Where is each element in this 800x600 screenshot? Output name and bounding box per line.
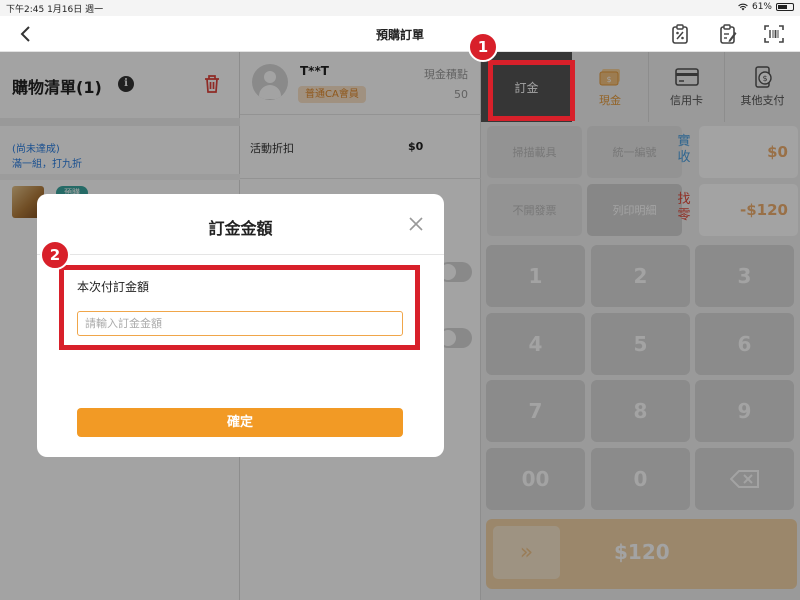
dialog-title: 訂金金額: [208, 219, 273, 238]
confirm-button[interactable]: 確定: [77, 408, 403, 437]
close-icon[interactable]: [406, 214, 426, 234]
divider: [37, 254, 444, 255]
battery-icon: [776, 3, 794, 11]
step-badge-2: 2: [40, 240, 70, 270]
barcode-scan-icon: [764, 25, 784, 43]
status-time-date: 下午2:45 1月16日 週一: [6, 5, 104, 15]
highlight-box-deposit-tab: [488, 60, 575, 121]
wifi-icon: [738, 3, 748, 11]
step-badge-1: 1: [468, 32, 498, 62]
discount-doc-button[interactable]: [668, 22, 692, 46]
app-header: 預購訂單: [0, 16, 800, 52]
edit-clipboard-icon: [720, 24, 737, 44]
status-bar: 下午2:45 1月16日 週一 61%: [0, 0, 800, 16]
scan-barcode-button[interactable]: [762, 22, 786, 46]
edit-order-button[interactable]: [716, 22, 740, 46]
battery-percent: 61%: [751, 2, 772, 12]
percent-clipboard-icon: [672, 24, 688, 44]
highlight-box-deposit-field: [59, 265, 420, 350]
status-right: 61%: [738, 2, 794, 12]
